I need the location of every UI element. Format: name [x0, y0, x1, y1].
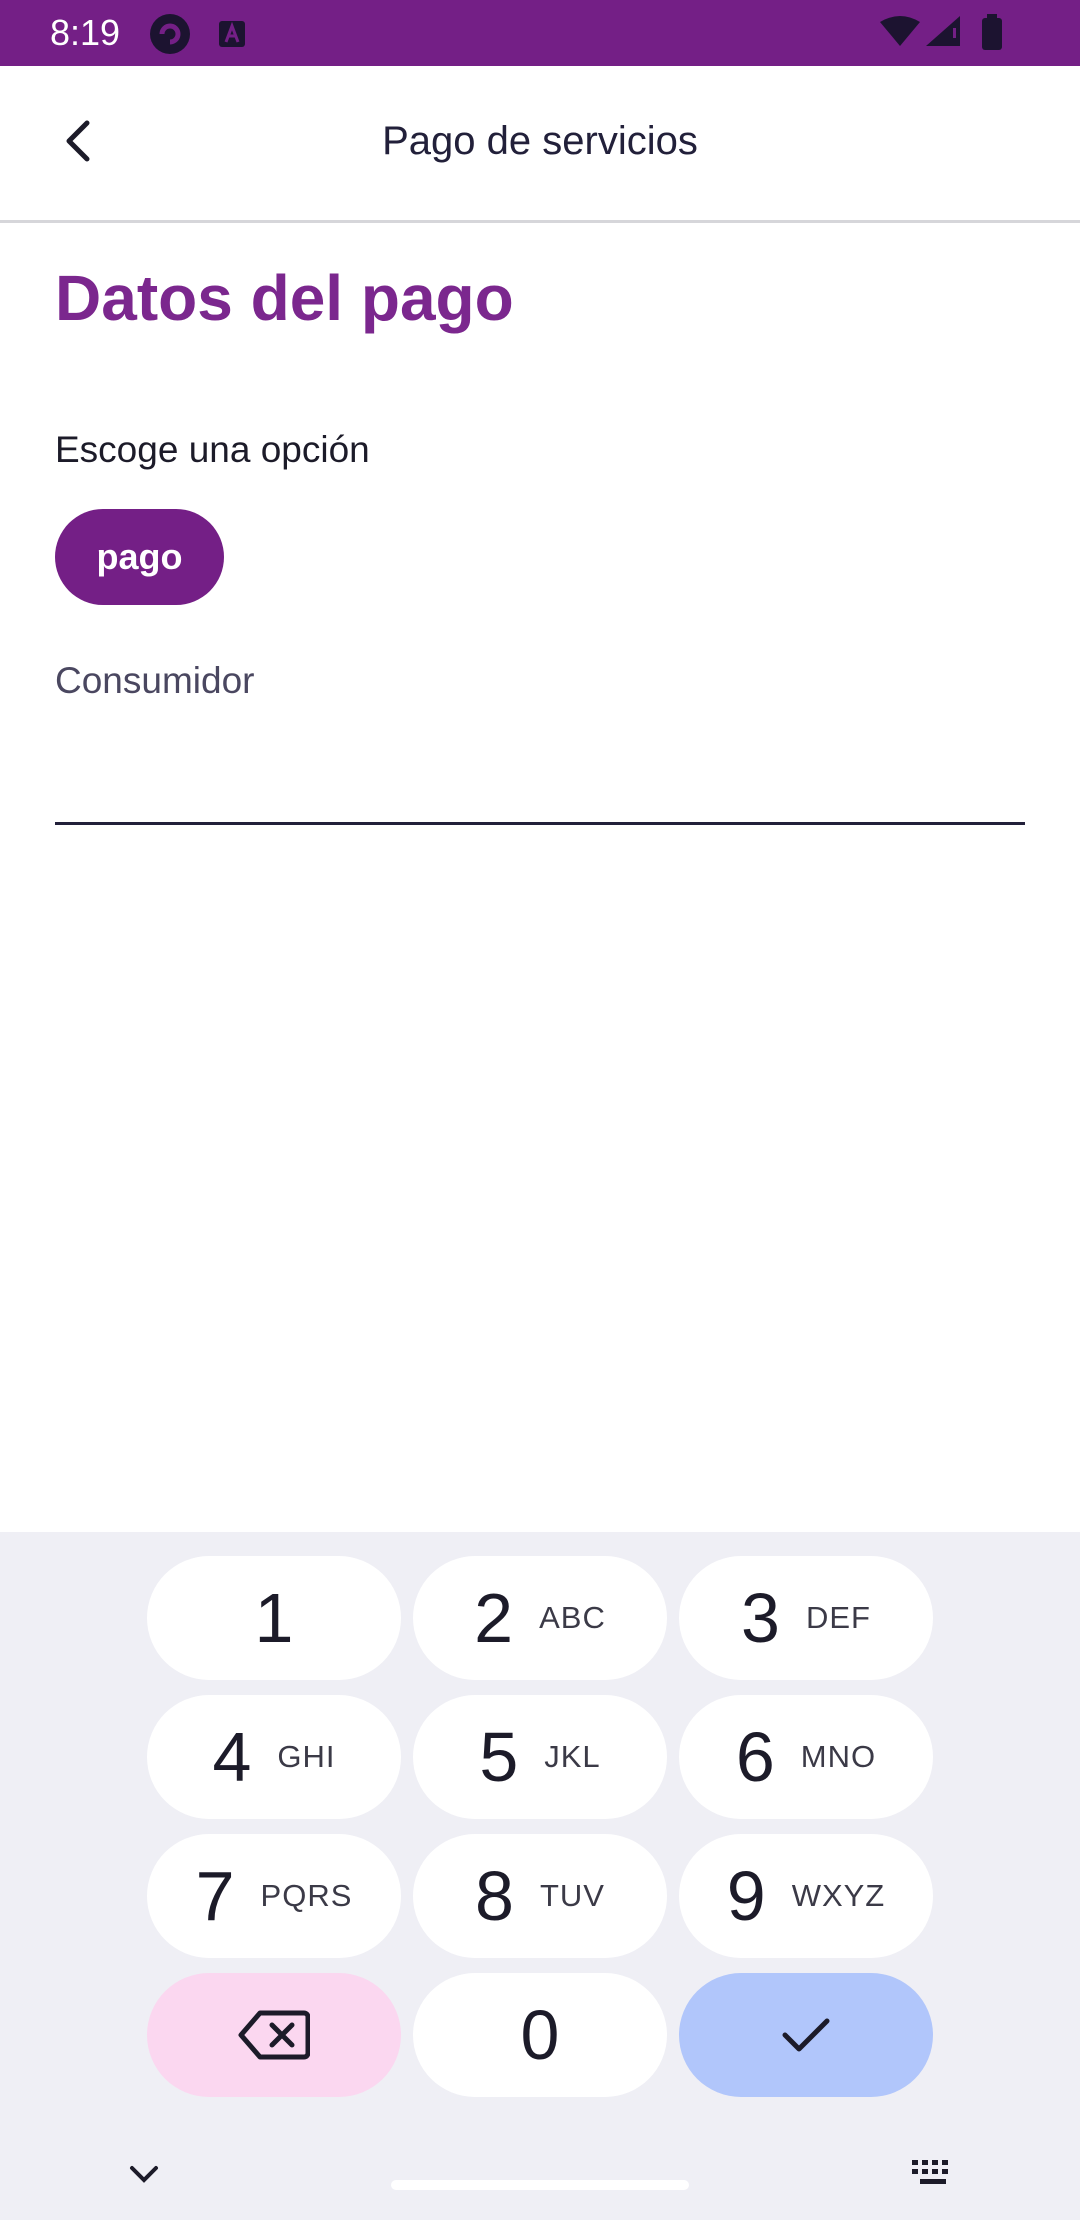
signal-icon [926, 16, 962, 53]
option-chip-pago[interactable]: pago [55, 509, 224, 605]
key-digit: 0 [520, 1996, 560, 2074]
section-title: Datos del pago [55, 262, 514, 334]
key-digit: 8 [475, 1857, 514, 1935]
key-0[interactable]: 0 [413, 1973, 667, 2097]
key-letters: DEF [805, 1600, 871, 1635]
key-9[interactable]: 9 WXYZ [679, 1834, 933, 1958]
consumer-field-label: Consumidor [55, 660, 255, 701]
keyboard-switch-icon[interactable] [910, 2158, 956, 2193]
key-letters: MNO [800, 1739, 877, 1774]
key-4[interactable]: 4 GHI [147, 1695, 401, 1819]
key-digit: 2 [474, 1579, 514, 1657]
key-1[interactable]: 1 [147, 1556, 401, 1680]
checkmark-icon [782, 2018, 830, 2052]
home-indicator[interactable] [391, 2180, 689, 2190]
delete-key[interactable] [147, 1973, 401, 2097]
key-letters: PQRS [260, 1878, 353, 1913]
numeric-keyboard: 1 2 ABC 3 DEF 4 GHI 5 JKL 6 MNO 7 PQRS 8… [0, 1532, 1080, 2220]
app-notification-icon [148, 12, 192, 61]
key-digit: 3 [741, 1579, 780, 1657]
key-digit: 4 [212, 1718, 252, 1796]
hide-keyboard-icon[interactable] [128, 2164, 160, 2189]
key-letters: GHI [277, 1739, 336, 1774]
wifi-icon [880, 16, 920, 53]
key-digit: 6 [735, 1718, 775, 1796]
key-digit: 5 [479, 1718, 519, 1796]
page-title: Pago de servicios [382, 119, 698, 163]
key-2[interactable]: 2 ABC [413, 1556, 667, 1680]
status-bar: 8:19 [0, 0, 1080, 66]
option-prompt: Escoge una opción [55, 429, 370, 470]
app-bar: Pago de servicios [0, 66, 1080, 223]
backspace-icon [238, 2010, 310, 2060]
battery-icon [980, 14, 1004, 55]
key-digit: 9 [726, 1857, 766, 1935]
key-letters: TUV [539, 1878, 605, 1913]
key-letters: ABC [539, 1600, 606, 1635]
status-time: 8:19 [50, 12, 121, 53]
key-letters: WXYZ [791, 1878, 886, 1913]
key-digit: 7 [195, 1857, 235, 1935]
key-digit: 1 [254, 1579, 294, 1657]
key-5[interactable]: 5 JKL [413, 1695, 667, 1819]
key-7[interactable]: 7 PQRS [147, 1834, 401, 1958]
key-6[interactable]: 6 MNO [679, 1695, 933, 1819]
font-notification-icon [218, 20, 246, 53]
done-key[interactable] [679, 1973, 933, 2097]
key-3[interactable]: 3 DEF [679, 1556, 933, 1680]
key-8[interactable]: 8 TUV [413, 1834, 667, 1958]
key-letters: JKL [544, 1739, 601, 1774]
consumer-input[interactable] [55, 722, 1025, 825]
